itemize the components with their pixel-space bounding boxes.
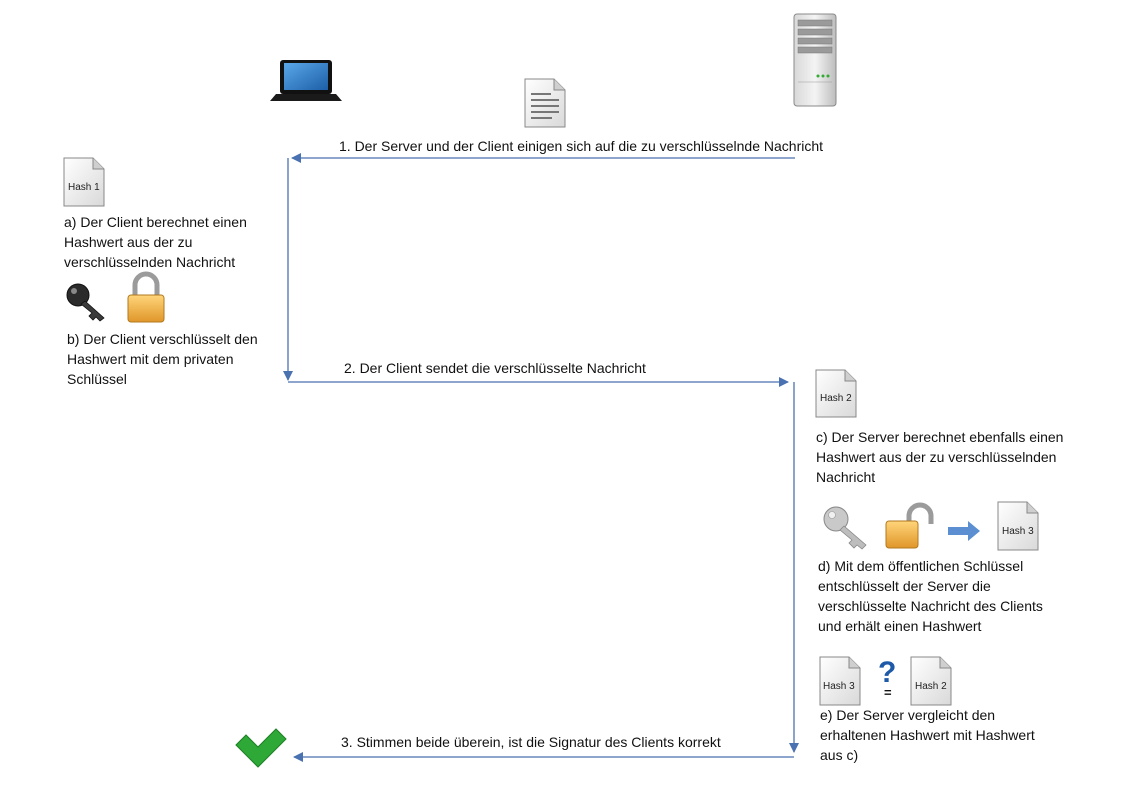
server-step-d-text: d) Mit dem öffentlichen Schlüssel entsch… bbox=[818, 558, 1043, 634]
server-step-e-text: e) Der Server vergleicht den erhaltenen … bbox=[820, 707, 1035, 763]
compare-hash3-document-icon: Hash 3 bbox=[819, 656, 861, 706]
checkmark-icon bbox=[235, 728, 287, 768]
client-step-a-text: a) Der Client berechnet einen Hashwert a… bbox=[64, 214, 247, 270]
private-key-icon bbox=[66, 283, 105, 322]
public-key-icon bbox=[823, 506, 867, 550]
server-step-c-text: c) Der Server berechnet ebenfalls einen … bbox=[816, 429, 1064, 485]
client-step-b-text: b) Der Client verschlüsselt den Hashwert… bbox=[67, 331, 258, 387]
step1-label: 1. Der Server und der Client einigen sic… bbox=[339, 138, 824, 154]
hash1-document-icon: Hash 1 bbox=[63, 157, 105, 207]
lock-closed-icon bbox=[127, 271, 165, 323]
result-arrow-icon bbox=[948, 521, 980, 541]
compare-hash2-document-icon: Hash 2 bbox=[910, 656, 952, 706]
compare-hash2-label: Hash 2 bbox=[915, 681, 947, 692]
hash2-document-icon: Hash 2 bbox=[815, 369, 857, 418]
hash2-label: Hash 2 bbox=[820, 393, 852, 404]
hash1-label: Hash 1 bbox=[68, 182, 100, 193]
hash3-label: Hash 3 bbox=[1002, 526, 1034, 537]
document-icon bbox=[524, 78, 566, 128]
compare-hash3-label: Hash 3 bbox=[823, 681, 855, 692]
step2-label: 2. Der Client sendet die verschlüsselte … bbox=[344, 360, 646, 376]
hash3-document-icon: Hash 3 bbox=[997, 501, 1039, 551]
step3-label: 3. Stimmen beide überein, ist die Signat… bbox=[341, 734, 721, 750]
diagram-canvas: Hash 1 Hash 2 Hash 3 Hash 3 ? = Hash 2 bbox=[63, 13, 1039, 768]
laptop-icon bbox=[270, 60, 342, 101]
equals-sign: = bbox=[884, 685, 892, 700]
server-icon bbox=[793, 13, 837, 107]
lock-open-icon bbox=[885, 502, 934, 549]
